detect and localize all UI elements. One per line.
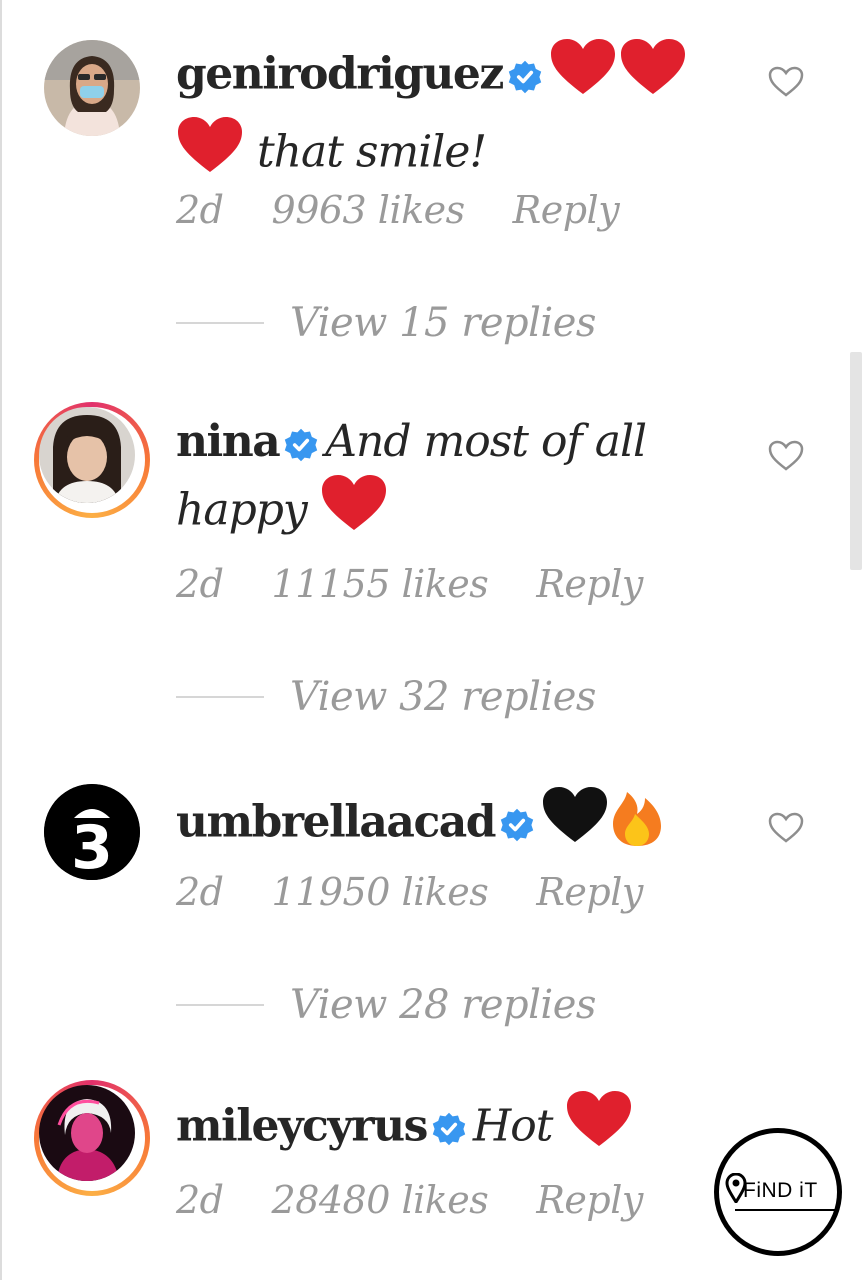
- verified-badge-icon: [508, 60, 542, 94]
- avatar[interactable]: [44, 40, 140, 136]
- umbrella-academy-3-logo: 3: [44, 784, 140, 880]
- comment-age: 2d: [176, 562, 224, 606]
- like-heart-icon[interactable]: [768, 66, 804, 98]
- comment-text: umbrellaacad: [176, 784, 736, 866]
- comment-message: And most of all: [325, 416, 647, 467]
- avatar[interactable]: [39, 1085, 135, 1181]
- verified-badge-icon: [432, 1112, 466, 1146]
- comment-message: Hot: [472, 1100, 554, 1152]
- comment-likes[interactable]: 9963 likes: [272, 188, 466, 232]
- comment-likes[interactable]: 11950 likes: [272, 870, 489, 914]
- reply-button[interactable]: Reply: [536, 562, 643, 606]
- comment-age: 2d: [176, 870, 224, 914]
- replies-divider: [176, 1004, 264, 1006]
- comment-meta: 2d 11155 likes Reply: [176, 562, 691, 606]
- red-heart-emoji-icon: [320, 474, 388, 552]
- view-replies-button[interactable]: View 15 replies: [176, 298, 596, 348]
- view-replies-button[interactable]: View 32 replies: [176, 672, 596, 722]
- comment-likes[interactable]: 28480 likes: [272, 1178, 489, 1222]
- comment-text: nina And most of all happy: [176, 410, 736, 552]
- watermark-underline: [735, 1209, 835, 1211]
- like-heart-icon[interactable]: [768, 812, 804, 844]
- story-ring[interactable]: [34, 1080, 150, 1196]
- replies-divider: [176, 322, 264, 324]
- comment-meta: 2d 9963 likes Reply: [176, 188, 667, 232]
- comment-text: genirodriguez that smile!: [176, 38, 736, 194]
- comment-text: mileycyrus Hot: [176, 1090, 736, 1168]
- black-heart-emoji-icon: [541, 786, 609, 864]
- replies-divider: [176, 696, 264, 698]
- view-replies-label: View 15 replies: [290, 300, 596, 346]
- comment-username[interactable]: nina: [176, 416, 281, 467]
- red-heart-emoji-icon: [176, 116, 244, 194]
- comment-likes[interactable]: 11155 likes: [272, 562, 489, 606]
- reply-button[interactable]: Reply: [513, 188, 620, 232]
- findit-watermark: FiND iT: [714, 1128, 842, 1256]
- avatar[interactable]: [39, 407, 135, 503]
- story-ring[interactable]: [34, 402, 150, 518]
- comment-meta: 2d 28480 likes Reply: [176, 1178, 691, 1222]
- avatar[interactable]: 3: [44, 784, 140, 880]
- red-heart-emoji-icon: [565, 1090, 633, 1168]
- comment-username[interactable]: mileycyrus: [176, 1101, 428, 1152]
- comment-username[interactable]: umbrellaacad: [176, 797, 497, 848]
- reply-button[interactable]: Reply: [536, 870, 643, 914]
- watermark-text: FiND iT: [743, 1179, 818, 1202]
- comment-username[interactable]: genirodriguez: [176, 49, 504, 100]
- like-heart-icon[interactable]: [768, 440, 804, 472]
- fire-emoji-icon: [609, 784, 665, 866]
- comment-meta: 2d 11950 likes Reply: [176, 870, 691, 914]
- scrollbar[interactable]: [850, 352, 862, 570]
- comment-message: that smile!: [257, 126, 487, 178]
- comment-age: 2d: [176, 1178, 224, 1222]
- comment-message-continued: happy: [176, 484, 308, 536]
- verified-badge-icon: [285, 428, 318, 461]
- red-heart-emoji-icon: [549, 38, 691, 116]
- comment-age: 2d: [176, 188, 224, 232]
- view-replies-label: View 32 replies: [290, 674, 596, 720]
- verified-badge-icon: [500, 808, 534, 842]
- svg-text:3: 3: [71, 813, 113, 880]
- view-replies-button[interactable]: View 28 replies: [176, 980, 596, 1030]
- reply-button[interactable]: Reply: [536, 1178, 643, 1222]
- view-replies-label: View 28 replies: [290, 982, 596, 1028]
- left-edge-divider: [0, 0, 2, 1280]
